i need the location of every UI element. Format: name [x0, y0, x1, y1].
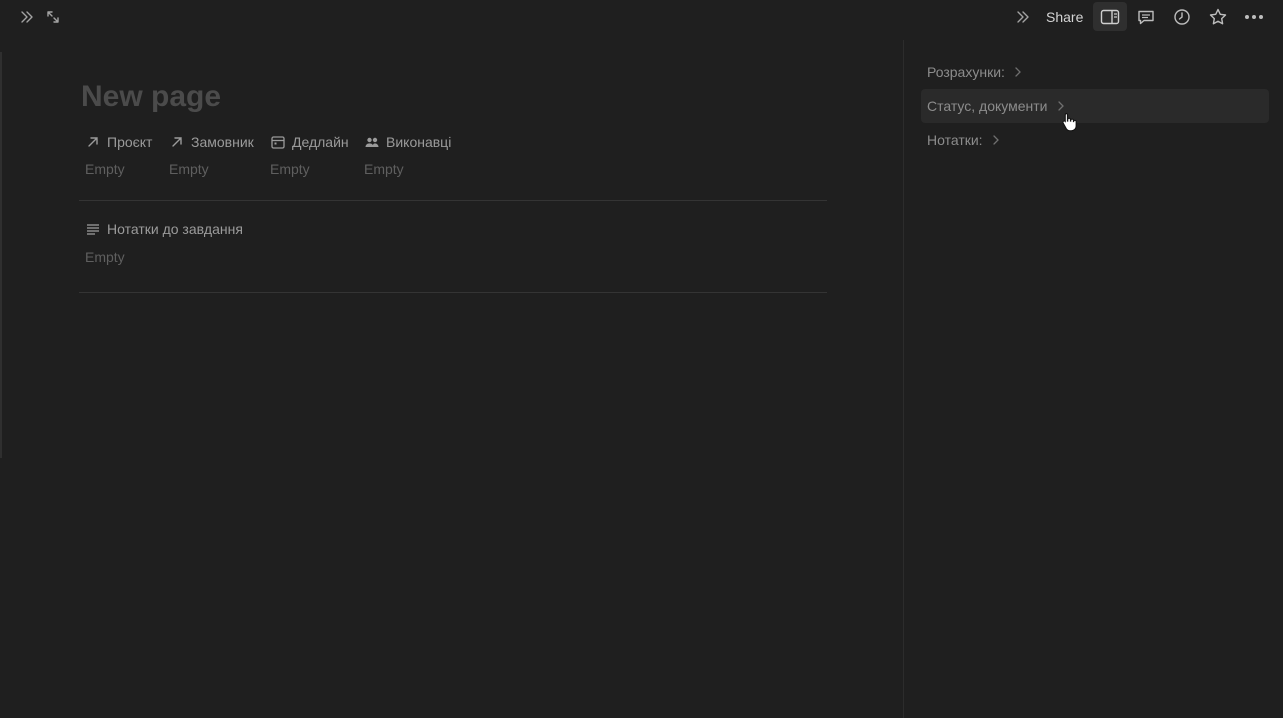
text-lines-icon — [87, 224, 99, 235]
property-value[interactable]: Empty — [270, 161, 310, 177]
property-deadline[interactable]: Дедлайн — [270, 132, 349, 152]
property-task-notes[interactable]: Нотатки до завдання — [85, 219, 243, 239]
panel-item-notes[interactable]: Нотатки: — [921, 123, 1269, 157]
property-project[interactable]: Проєкт — [85, 132, 152, 152]
history-clock-icon[interactable] — [1170, 5, 1194, 29]
page-title[interactable]: New page — [81, 78, 221, 116]
side-panel: Розрахунки: Статус, документи Нотатки: — [903, 40, 1283, 718]
hand-cursor-icon — [1061, 112, 1077, 137]
property-value[interactable]: Empty — [85, 161, 125, 177]
property-label: Виконавці — [386, 134, 452, 150]
double-chevron-right-icon[interactable] — [16, 6, 38, 28]
property-value[interactable]: Empty — [169, 161, 209, 177]
panel-item-label: Розрахунки: — [927, 64, 1005, 80]
relation-arrow-icon — [88, 137, 98, 147]
panel-item-calculations[interactable]: Розрахунки: — [921, 55, 1269, 89]
star-icon[interactable] — [1206, 5, 1230, 29]
double-chevron-right-icon[interactable] — [1012, 6, 1034, 28]
expand-arrows-icon[interactable] — [42, 6, 64, 28]
property-label: Дедлайн — [292, 134, 349, 150]
chevron-right-icon — [991, 134, 1001, 146]
property-label: Замовник — [191, 134, 254, 150]
property-client[interactable]: Замовник — [169, 132, 254, 152]
divider — [79, 292, 827, 293]
divider — [79, 200, 827, 201]
more-dots-icon[interactable] — [1241, 5, 1267, 29]
panel-item-label: Нотатки: — [927, 132, 983, 148]
chevron-right-icon — [1013, 66, 1023, 78]
property-value[interactable]: Empty — [85, 249, 125, 265]
relation-arrow-icon — [172, 137, 182, 147]
property-assignees[interactable]: Виконавці — [364, 132, 451, 152]
side-panel-icon[interactable] — [1093, 2, 1127, 31]
topbar: Share — [0, 0, 1283, 34]
panel-item-status-documents[interactable]: Статус, документи — [921, 89, 1269, 123]
share-button[interactable]: Share — [1040, 4, 1089, 30]
property-label: Нотатки до завдання — [107, 221, 243, 237]
calendar-icon — [271, 136, 285, 149]
people-icon — [365, 137, 379, 147]
sidebar-edge[interactable] — [0, 52, 2, 458]
chevron-right-icon — [1056, 100, 1066, 112]
property-label: Проєкт — [107, 134, 153, 150]
property-value[interactable]: Empty — [364, 161, 404, 177]
app-window: Share New page Проєкт Замовник Дедлайн В… — [0, 0, 1283, 718]
comment-icon[interactable] — [1134, 5, 1158, 29]
panel-item-label: Статус, документи — [927, 98, 1048, 114]
